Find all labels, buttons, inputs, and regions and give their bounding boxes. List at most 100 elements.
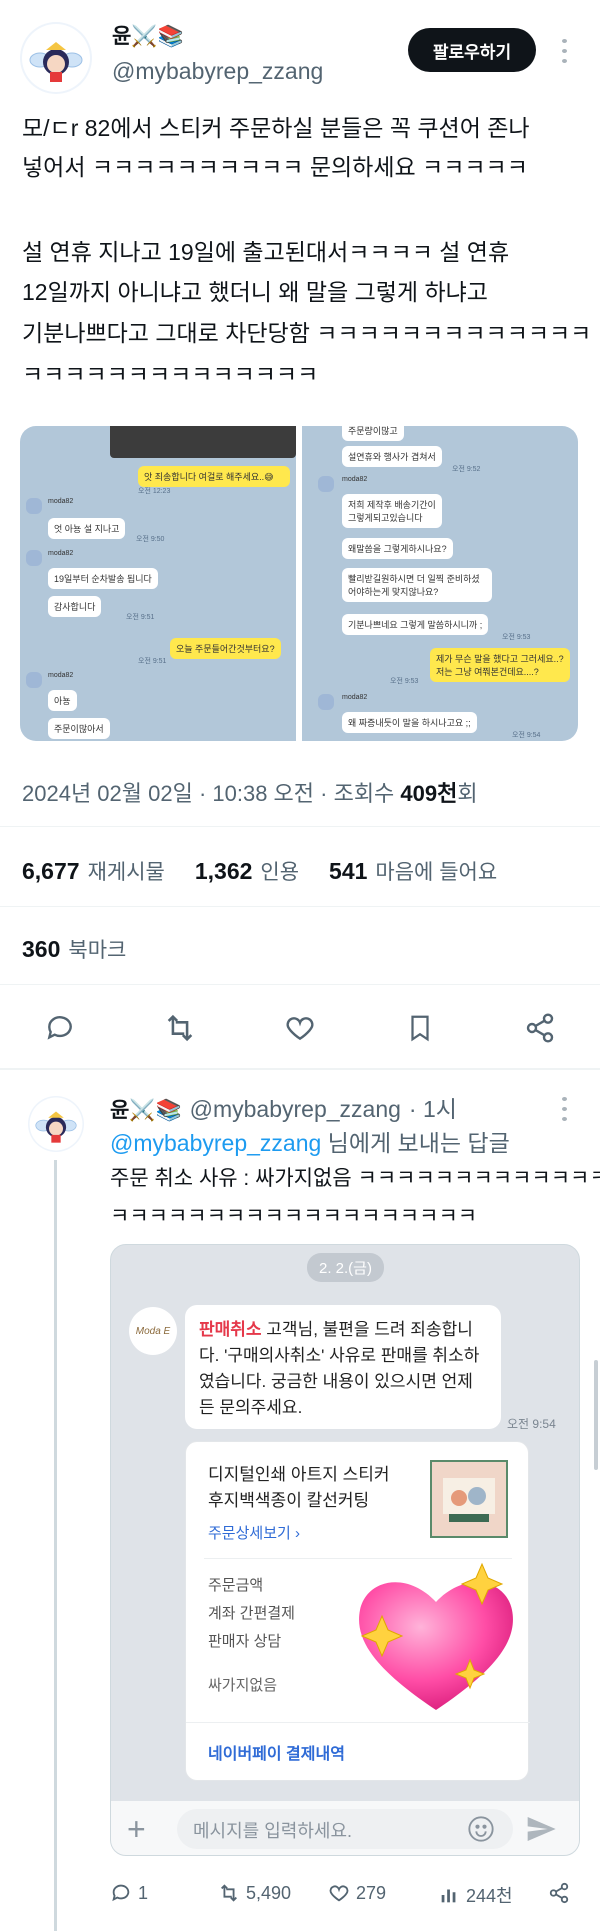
- cancel-label: 판매취소: [199, 1320, 262, 1339]
- chat-username: moda82: [342, 694, 368, 701]
- like-count[interactable]: 541: [329, 858, 367, 885]
- store-logo: Moda E: [129, 1307, 177, 1355]
- chat-msg: 설연휴와 행사가 겹쳐서: [342, 446, 442, 467]
- chat-username: moda82: [48, 550, 74, 557]
- chat-msg: 왜말씀을 그렇게하시나요?: [342, 538, 453, 559]
- divider: [0, 1068, 600, 1070]
- reply-author-name[interactable]: 윤⚔️📚: [110, 1094, 182, 1124]
- order-row-seller: 판매자 상담: [208, 1633, 282, 1650]
- chat-time: 오전 9:51: [138, 658, 167, 665]
- chat-username: moda82: [48, 672, 74, 679]
- chat-username: moda82: [48, 498, 74, 505]
- chat-msg: 저희 제작후 배송기간이 그렇게되고있습니다: [342, 494, 442, 528]
- replying-to-handle[interactable]: @mybabyrep_zzang: [110, 1130, 321, 1156]
- reply-text-line-1: 주문 취소 사유 : 싸가지없음 ㅋㅋㅋㅋㅋㅋㅋㅋㅋㅋㅋㅋㅋㅋ: [110, 1167, 600, 1190]
- view-suffix: 회: [457, 781, 478, 806]
- bookmark-stat-row: 360 북마크: [22, 934, 126, 964]
- quote-label[interactable]: 인용: [260, 856, 299, 886]
- chat-msg: 주문량이많고: [342, 426, 404, 441]
- avatar-illustration-icon: [29, 1097, 83, 1151]
- cancel-message-bubble: 판매취소 고객님, 불편을 드려 죄송합니다. '구매의사취소' 사유로 판매를…: [185, 1305, 501, 1429]
- reply-media[interactable]: 2. 2.(금) Moda E 판매취소 고객님, 불편을 드려 죄송합니다. …: [110, 1244, 580, 1856]
- divider: [186, 1722, 530, 1723]
- chat-msg: 기분나쁘네요 그렇게 말씀하시니까 ;: [342, 614, 489, 635]
- divider: [0, 906, 600, 907]
- chat-msg: 19일부터 순차발송 됩니다: [48, 568, 158, 589]
- tweet-timestamp[interactable]: 2024년 02월 02일 · 10:38 오전 · 조회수: [22, 781, 400, 806]
- divider: [204, 1558, 512, 1559]
- bookmark-count[interactable]: 360: [22, 936, 60, 963]
- like-count: 279: [356, 1882, 387, 1903]
- more-options-icon[interactable]: [556, 36, 572, 66]
- reply-author-handle[interactable]: @mybabyrep_zzang: [190, 1096, 401, 1123]
- reply-icon: [112, 1884, 130, 1902]
- author-handle[interactable]: @mybabyrep_zzang: [112, 58, 323, 85]
- message-input-placeholder: 메시지를 입력하세요.: [193, 1821, 353, 1841]
- reply-count: 1: [138, 1882, 149, 1903]
- emoji-icon[interactable]: [467, 1815, 495, 1843]
- product-line-2: 후지백색종이 칼선커팅: [208, 1491, 370, 1510]
- chevron-right-icon: ›: [290, 1525, 300, 1542]
- reply-footer-replies[interactable]: 1: [110, 1882, 148, 1904]
- order-detail-label: 주문상세보기: [208, 1525, 291, 1542]
- share-icon[interactable]: [548, 1882, 570, 1909]
- npay-history-link[interactable]: 네이버페이 결제내역: [208, 1740, 345, 1764]
- plus-icon[interactable]: +: [127, 1813, 146, 1845]
- chat-username: moda82: [342, 476, 368, 483]
- order-detail-link[interactable]: 주문상세보기 ›: [208, 1522, 300, 1543]
- send-icon[interactable]: [523, 1813, 559, 1845]
- tweet-media[interactable]: 앗 죄송합니다 여걸로 해주세요..😅 오전 12:23 moda82 엇 아뇽…: [20, 426, 578, 741]
- sparkling-heart-icon: [346, 1560, 526, 1720]
- author-name[interactable]: 윤⚔️📚: [112, 20, 184, 50]
- chat-msg: 오늘 주문들어간것부터요?: [170, 638, 281, 659]
- divider: [0, 826, 600, 827]
- tweet-text-line-6: ㅋㅋㅋㅋㅋㅋㅋㅋㅋㅋㅋㅋㅋㅋ: [22, 361, 319, 387]
- reply-text-line-2: ㅋㅋㅋㅋㅋㅋㅋㅋㅋㅋㅋㅋㅋㅋㅋㅋㅋㅋㅋ: [110, 1205, 478, 1228]
- reply-footer-retweets[interactable]: 5,490: [218, 1882, 291, 1904]
- chat-input-bar: + 메시지를 입력하세요.: [111, 1801, 579, 1855]
- follow-button[interactable]: 팔로우하기: [408, 28, 536, 72]
- chat-msg: 제가 무슨 말을 했다고 그러세요..? 저는 그냥 여쭤본건데요....?: [430, 648, 570, 682]
- replying-to-suffix: 님에게 보내는 답글: [321, 1130, 510, 1156]
- chat-msg: 아뇽: [48, 690, 77, 711]
- chat-msg: 엇 아뇽 설 지나고: [48, 518, 126, 539]
- like-label[interactable]: 마음에 들어요: [375, 856, 497, 886]
- retweet-icon[interactable]: [160, 1008, 200, 1048]
- chat-time: 오전 9:53: [390, 678, 419, 685]
- quote-count[interactable]: 1,362: [195, 858, 253, 885]
- tweet-timestamp-row: 2024년 02월 02일 · 10:38 오전 · 조회수 409천회: [22, 776, 478, 808]
- chat-time: 오전 12:23: [138, 488, 171, 495]
- reply-icon[interactable]: [40, 1008, 80, 1048]
- media-image-right[interactable]: 주문량이많고 설연휴와 행사가 겹쳐서 오전 9:52 moda82 저희 제작…: [302, 426, 578, 741]
- reply-footer-views[interactable]: 244천: [438, 1882, 513, 1908]
- reply-footer-likes[interactable]: 279: [328, 1882, 386, 1904]
- chat-avatar: [26, 498, 42, 514]
- chat-avatar: [318, 694, 334, 710]
- message-time: 오전 9:54: [507, 1417, 556, 1431]
- chat-avatar: [318, 476, 334, 492]
- order-card: 디지털인쇄 아트지 스티커 후지백색종이 칼선커팅 주문상세보기 › 주문금액 …: [185, 1441, 530, 1781]
- heart-icon[interactable]: [280, 1008, 320, 1048]
- order-row-amount: 주문금액: [208, 1577, 264, 1594]
- reply-author-avatar[interactable]: [28, 1096, 84, 1152]
- retweet-count: 5,490: [246, 1882, 292, 1903]
- scrollbar-thumb[interactable]: [594, 1360, 598, 1470]
- share-icon[interactable]: [520, 1008, 560, 1048]
- date-chip: 2. 2.(금): [307, 1253, 384, 1282]
- chat-msg: 왜 짜증내듯이 말을 하시나고요 ;;: [342, 712, 477, 733]
- message-input[interactable]: 메시지를 입력하세요.: [177, 1809, 513, 1849]
- reply-header: 윤⚔️📚 @mybabyrep_zzang · 1시: [110, 1090, 457, 1124]
- divider: [0, 984, 600, 985]
- author-avatar[interactable]: [20, 22, 92, 94]
- media-image-left[interactable]: 앗 죄송합니다 여걸로 해주세요..😅 오전 12:23 moda82 엇 아뇽…: [20, 426, 296, 741]
- more-options-icon[interactable]: [556, 1094, 572, 1124]
- bookmark-label[interactable]: 북마크: [68, 934, 126, 964]
- bookmark-icon[interactable]: [400, 1008, 440, 1048]
- chat-time: 오전 9:51: [126, 614, 155, 621]
- phone-bar: [110, 426, 296, 458]
- view-count: 409천: [400, 781, 458, 806]
- retweet-label[interactable]: 재게시물: [88, 856, 165, 886]
- retweet-count[interactable]: 6,677: [22, 858, 80, 885]
- tweet-text-line-5: 기분나쁘다고 그대로 차단당함 ㅋㅋㅋㅋㅋㅋㅋㅋㅋㅋㅋㅋㅋ: [22, 320, 592, 346]
- reply-time[interactable]: · 1시: [409, 1090, 457, 1124]
